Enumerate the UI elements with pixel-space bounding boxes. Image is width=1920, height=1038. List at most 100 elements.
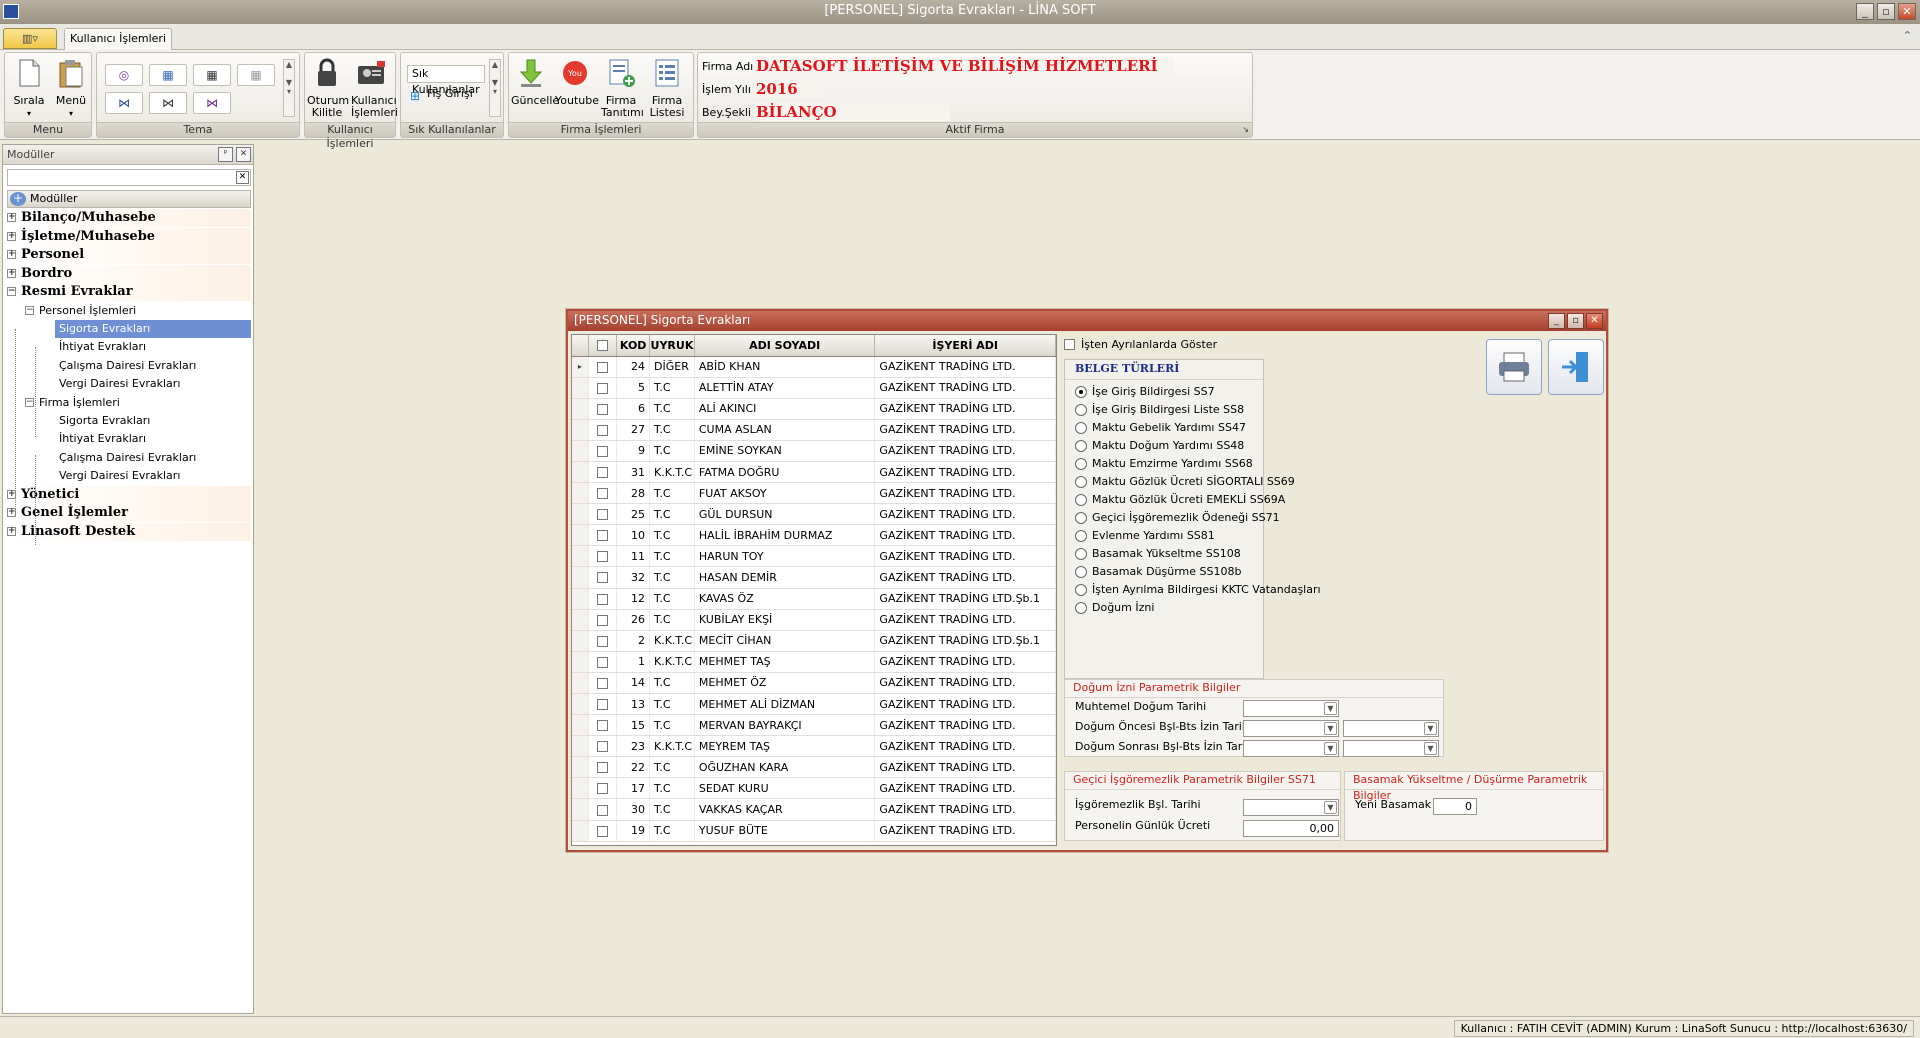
row-checkbox[interactable] — [588, 440, 618, 462]
cell-adi-soyadi[interactable]: ALETTİN ATAY — [694, 377, 876, 399]
cell-adi-soyadi[interactable]: EMİNE SOYKAN — [694, 440, 876, 462]
firma-listesi-button[interactable]: Firma Listesi — [647, 57, 687, 119]
dogum-oncesi-bts-combo[interactable]: ▼ — [1343, 720, 1439, 737]
cell-isyeri-adi[interactable]: GAZİKENT TRADİNG LTD. — [874, 419, 1056, 441]
radio-icon[interactable] — [1075, 601, 1087, 614]
table-row[interactable]: 15 T.C MERVAN BAYRAKÇI GAZİKENT TRADİNG LTD… — [572, 714, 1056, 737]
tree-item[interactable]: + İşletme/Muhasebe — [7, 227, 251, 246]
tree-item[interactable]: Vergi Dairesi Evrakları — [55, 467, 251, 485]
tree-item[interactable]: Çalışma Dairesi Evrakları — [55, 357, 251, 375]
cell-kod[interactable]: 15 — [616, 714, 650, 737]
row-checkbox[interactable] — [588, 524, 618, 547]
cell-kod[interactable]: 11 — [616, 545, 650, 568]
radio-icon[interactable] — [1075, 493, 1087, 506]
cell-adi-soyadi[interactable]: OĞUZHAN KARA — [694, 756, 876, 779]
cell-uyruk[interactable]: T.C — [649, 693, 695, 716]
row-indicator[interactable] — [572, 798, 589, 821]
isten-ayrilanlar-checkbox[interactable]: İşten Ayrılanlarda Göster — [1064, 338, 1217, 351]
tree-item[interactable]: + Yönetici — [7, 485, 251, 504]
cell-adi-soyadi[interactable]: MECİT CİHAN — [694, 630, 876, 652]
sirala-button[interactable]: Sırala ▾ — [9, 57, 49, 119]
panel-close-icon[interactable]: ✕ — [236, 147, 251, 162]
row-indicator[interactable] — [572, 714, 589, 737]
table-row[interactable]: 26 T.C KUBİLAY EKŞİ GAZİKENT TRADİNG LTD. — [572, 609, 1056, 631]
cell-adi-soyadi[interactable]: HALİL İBRAHİM DURMAZ — [694, 524, 876, 547]
row-checkbox[interactable] — [588, 672, 618, 695]
table-row[interactable]: 6 T.C ALİ AKINCI GAZİKENT TRADİNG LTD. — [572, 398, 1056, 420]
theme-button-2[interactable]: ▦ — [149, 64, 187, 86]
row-indicator[interactable] — [572, 820, 589, 842]
table-row[interactable]: 5 T.C ALETTİN ATAY GAZİKENT TRADİNG LTD. — [572, 377, 1056, 399]
row-checkbox[interactable] — [588, 735, 618, 758]
row-indicator[interactable] — [572, 503, 589, 526]
belge-radio-option[interactable]: Maktu Doğum Yardımı SS48 — [1075, 439, 1244, 452]
row-indicator[interactable] — [572, 777, 589, 800]
cell-kod[interactable]: 24 — [616, 356, 650, 378]
theme-button-3[interactable]: ▦ — [193, 64, 231, 86]
radio-icon[interactable] — [1075, 421, 1087, 434]
cell-adi-soyadi[interactable]: MEHMET ALİ DİZMAN — [694, 693, 876, 716]
cell-adi-soyadi[interactable]: MEYREM TAŞ — [694, 735, 876, 758]
pin-icon[interactable]: ᵖ — [218, 147, 233, 162]
row-indicator[interactable] — [572, 651, 589, 673]
dialog-launcher-icon[interactable]: ↘ — [1242, 123, 1249, 137]
table-row[interactable]: ▸ 24 DİĞER ABİD KHAN GAZİKENT TRADİNG LTD. — [572, 356, 1056, 378]
radio-icon[interactable] — [1075, 403, 1087, 416]
cell-uyruk[interactable]: T.C — [649, 419, 695, 441]
belge-radio-option[interactable]: İşe Giriş Bildirgesi Liste SS8 — [1075, 403, 1244, 416]
collapse-icon[interactable]: − — [7, 287, 16, 296]
belge-radio-option[interactable]: Geçici İşgöremezlik Ödeneği SS71 — [1075, 511, 1280, 524]
cell-adi-soyadi[interactable]: MEHMET ÖZ — [694, 672, 876, 695]
cell-isyeri-adi[interactable]: GAZİKENT TRADİNG LTD. — [874, 609, 1056, 631]
expand-icon[interactable]: + — [7, 250, 16, 259]
cell-adi-soyadi[interactable]: ALİ AKINCI — [694, 398, 876, 420]
radio-icon[interactable] — [1075, 565, 1087, 578]
tree-item[interactable]: + Bilanço/Muhasebe — [7, 209, 251, 227]
row-checkbox[interactable] — [588, 503, 618, 526]
belge-radio-option[interactable]: İşten Ayrılma Bildirgesi KKTC Vatandaşla… — [1075, 583, 1321, 596]
cell-isyeri-adi[interactable]: GAZİKENT TRADİNG LTD. — [874, 356, 1056, 378]
col-kod[interactable]: KOD — [616, 335, 650, 357]
row-indicator[interactable] — [572, 672, 589, 695]
cell-kod[interactable]: 1 — [616, 651, 650, 673]
row-indicator[interactable] — [572, 524, 589, 547]
cell-isyeri-adi[interactable]: GAZİKENT TRADİNG LTD. — [874, 693, 1056, 716]
cell-isyeri-adi[interactable]: GAZİKENT TRADİNG LTD. — [874, 503, 1056, 526]
sik-scroll[interactable]: ▲ ▼ ▾ — [489, 59, 501, 117]
table-row[interactable]: 1 K.K.T.C MEHMET TAŞ GAZİKENT TRADİNG LTD. — [572, 651, 1056, 673]
print-button[interactable] — [1486, 339, 1542, 395]
table-row[interactable]: 10 T.C HALİL İBRAHİM DURMAZ GAZİKENT TRADİN… — [572, 524, 1056, 547]
cell-kod[interactable]: 13 — [616, 693, 650, 716]
tab-kullanici-islemleri[interactable]: Kullanıcı İşlemleri — [64, 28, 172, 50]
table-row[interactable]: 17 T.C SEDAT KURU GAZİKENT TRADİNG LTD. — [572, 777, 1056, 800]
cell-isyeri-adi[interactable]: GAZİKENT TRADİNG LTD. — [874, 482, 1056, 505]
table-row[interactable]: 11 T.C HARUN TOY GAZİKENT TRADİNG LTD. — [572, 545, 1056, 568]
cell-adi-soyadi[interactable]: ABİD KHAN — [694, 356, 876, 378]
cell-adi-soyadi[interactable]: YUSUF BÜTE — [694, 820, 876, 842]
youtube-button[interactable]: You Youtube — [555, 57, 599, 119]
radio-icon[interactable] — [1075, 439, 1087, 452]
belge-radio-option[interactable]: Maktu Gebelik Yardımı SS47 — [1075, 421, 1246, 434]
cell-kod[interactable]: 5 — [616, 377, 650, 399]
row-indicator[interactable] — [572, 482, 589, 505]
cell-kod[interactable]: 6 — [616, 398, 650, 420]
radio-icon[interactable] — [1075, 511, 1087, 524]
cell-uyruk[interactable]: T.C — [649, 714, 695, 737]
cell-isyeri-adi[interactable]: GAZİKENT TRADİNG LTD.Şb.1 — [874, 630, 1056, 652]
row-indicator[interactable] — [572, 440, 589, 462]
collapse-icon[interactable]: − — [25, 397, 34, 407]
row-checkbox[interactable] — [588, 630, 618, 652]
table-row[interactable]: 28 T.C FUAT AKSOY GAZİKENT TRADİNG LTD. — [572, 482, 1056, 505]
cell-kod[interactable]: 31 — [616, 461, 650, 484]
app-icon[interactable] — [3, 4, 19, 19]
dialog-minimize-button[interactable]: _ — [1548, 313, 1565, 329]
table-row[interactable]: 22 T.C OĞUZHAN KARA GAZİKENT TRADİNG LTD. — [572, 756, 1056, 779]
theme-button-4[interactable]: ▦ — [237, 64, 275, 86]
cell-uyruk[interactable]: T.C — [649, 756, 695, 779]
cell-isyeri-adi[interactable]: GAZİKENT TRADİNG LTD.Şb.1 — [874, 588, 1056, 610]
col-adi-soyadi[interactable]: ADI SOYADI — [694, 335, 876, 357]
cell-isyeri-adi[interactable]: GAZİKENT TRADİNG LTD. — [874, 566, 1056, 589]
fis-girisi-item[interactable]: ⊞ Fiş Girişi — [407, 86, 485, 104]
cell-isyeri-adi[interactable]: GAZİKENT TRADİNG LTD. — [874, 714, 1056, 737]
cell-kod[interactable]: 28 — [616, 482, 650, 505]
